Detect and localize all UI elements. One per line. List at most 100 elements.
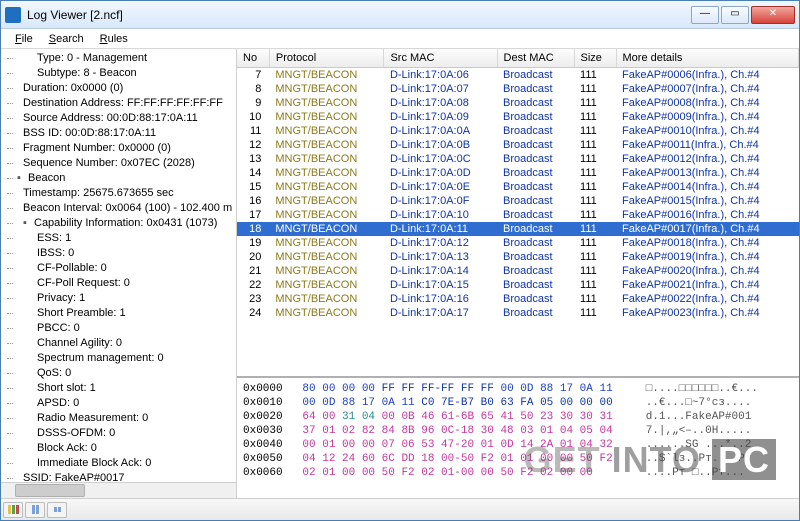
- table-row[interactable]: 24MNGT/BEACOND-Link:17:0A:17Broadcast111…: [237, 306, 799, 320]
- cell-src: D-Link:17:0A:0D: [384, 166, 497, 180]
- tree-row[interactable]: PBCC: 0: [3, 321, 236, 336]
- column-header[interactable]: Protocol: [269, 49, 384, 68]
- hex-bytes: 00 0D 88 17 0A 11: [500, 383, 612, 395]
- packet-grid[interactable]: NoProtocolSrc MACDest MACSizeMore detail…: [237, 49, 799, 320]
- cell-det: FakeAP#0018(Infra.), Ch.#4: [616, 236, 799, 250]
- cell-proto: MNGT/BEACON: [269, 82, 384, 96]
- cell-size: 111: [574, 306, 616, 320]
- packet-grid-pane[interactable]: NoProtocolSrc MACDest MACSizeMore detail…: [237, 49, 799, 378]
- scrollbar-thumb[interactable]: [15, 484, 85, 497]
- column-header[interactable]: More details: [616, 49, 799, 68]
- tree-row[interactable]: ▪Capability Information: 0x0431 (1073): [3, 216, 236, 231]
- tree-row[interactable]: Type: 0 - Management: [3, 51, 236, 66]
- menu-rules[interactable]: Rules: [92, 31, 136, 47]
- tree-row[interactable]: Channel Agility: 0: [3, 336, 236, 351]
- tree-row[interactable]: APSD: 0: [3, 396, 236, 411]
- cell-dst: Broadcast: [497, 152, 574, 166]
- tree-row[interactable]: Beacon Interval: 0x0064 (100) - 102.400 …: [3, 201, 236, 216]
- table-row[interactable]: 17MNGT/BEACOND-Link:17:0A:10Broadcast111…: [237, 208, 799, 222]
- table-row[interactable]: 12MNGT/BEACOND-Link:17:0A:0BBroadcast111…: [237, 138, 799, 152]
- table-row[interactable]: 13MNGT/BEACOND-Link:17:0A:0CBroadcast111…: [237, 152, 799, 166]
- hex-row[interactable]: 0x0010 00 0D 88 17 0A 11 C0 7E-B7 B0 63 …: [243, 396, 793, 410]
- cell-det: FakeAP#0021(Infra.), Ch.#4: [616, 278, 799, 292]
- detail-tree[interactable]: Type: 0 - ManagementSubtype: 8 - BeaconD…: [1, 49, 236, 482]
- tree-label: SSID: FakeAP#0017: [23, 472, 125, 482]
- cell-size: 111: [574, 292, 616, 306]
- tree-row[interactable]: IBSS: 0: [3, 246, 236, 261]
- hex-row[interactable]: 0x0050 04 12 24 60 6C DD 18 00-50 F2 01 …: [243, 452, 793, 466]
- maximize-button[interactable]: ▭: [721, 6, 749, 24]
- tree-row[interactable]: CF-Pollable: 0: [3, 261, 236, 276]
- table-row[interactable]: 23MNGT/BEACOND-Link:17:0A:16Broadcast111…: [237, 292, 799, 306]
- tree-row[interactable]: Short Preamble: 1: [3, 306, 236, 321]
- cell-src: D-Link:17:0A:16: [384, 292, 497, 306]
- tree-row[interactable]: Fragment Number: 0x0000 (0): [3, 141, 236, 156]
- tree-row[interactable]: Radio Measurement: 0: [3, 411, 236, 426]
- tree-label: Capability Information: 0x0431 (1073): [34, 217, 217, 229]
- table-row[interactable]: 14MNGT/BEACOND-Link:17:0A:0DBroadcast111…: [237, 166, 799, 180]
- menu-file[interactable]: File: [7, 31, 41, 47]
- app-window: Log Viewer [2.ncf] — ▭ ✕ File Search Rul…: [0, 0, 800, 521]
- tree-row[interactable]: CF-Poll Request: 0: [3, 276, 236, 291]
- tree-row[interactable]: Immediate Block Ack: 0: [3, 456, 236, 471]
- tree-row[interactable]: Timestamp: 25675.673655 sec: [3, 186, 236, 201]
- minimize-button[interactable]: —: [691, 6, 719, 24]
- tree-toggle-icon[interactable]: ▪: [17, 171, 26, 186]
- tree-row[interactable]: Short slot: 1: [3, 381, 236, 396]
- tree-row[interactable]: QoS: 0: [3, 366, 236, 381]
- hex-row[interactable]: 0x0030 37 01 02 82 84 8B 96 0C-18 30 48 …: [243, 424, 793, 438]
- table-row[interactable]: 18MNGT/BEACOND-Link:17:0A:11Broadcast111…: [237, 222, 799, 236]
- tree-row[interactable]: Duration: 0x0000 (0): [3, 81, 236, 96]
- hex-row[interactable]: 0x0040 00 01 00 00 07 06 53 47-20 01 0D …: [243, 438, 793, 452]
- hex-pane[interactable]: 0x0000 80 00 00 00 FF FF FF-FF FF FF 00 …: [237, 378, 799, 498]
- table-row[interactable]: 8MNGT/BEACOND-Link:17:0A:07Broadcast111F…: [237, 82, 799, 96]
- menu-search[interactable]: Search: [41, 31, 92, 47]
- hex-row[interactable]: 0x0020 64 00 31 04 00 0B 46 61-6B 65 41 …: [243, 410, 793, 424]
- cell-det: FakeAP#0012(Infra.), Ch.#4: [616, 152, 799, 166]
- table-row[interactable]: 15MNGT/BEACOND-Link:17:0A:0EBroadcast111…: [237, 180, 799, 194]
- view-mode-2-button[interactable]: [25, 502, 45, 518]
- tree-row[interactable]: ESS: 1: [3, 231, 236, 246]
- cell-no: 20: [237, 250, 269, 264]
- tree-row[interactable]: Privacy: 1: [3, 291, 236, 306]
- tree-label: PBCC: 0: [37, 322, 80, 334]
- tree-row[interactable]: BSS ID: 00:0D:88:17:0A:11: [3, 126, 236, 141]
- tree-row[interactable]: Destination Address: FF:FF:FF:FF:FF:FF: [3, 96, 236, 111]
- view-mode-3-button[interactable]: [47, 502, 67, 518]
- tree-row[interactable]: Block Ack: 0: [3, 441, 236, 456]
- tree-row[interactable]: Sequence Number: 0x07EC (2028): [3, 156, 236, 171]
- cell-det: FakeAP#0014(Infra.), Ch.#4: [616, 180, 799, 194]
- table-row[interactable]: 19MNGT/BEACOND-Link:17:0A:12Broadcast111…: [237, 236, 799, 250]
- table-row[interactable]: 22MNGT/BEACOND-Link:17:0A:15Broadcast111…: [237, 278, 799, 292]
- column-header[interactable]: Size: [574, 49, 616, 68]
- table-row[interactable]: 9MNGT/BEACOND-Link:17:0A:08Broadcast111F…: [237, 96, 799, 110]
- column-header[interactable]: Src MAC: [384, 49, 497, 68]
- tree-row[interactable]: Source Address: 00:0D:88:17:0A:11: [3, 111, 236, 126]
- tree-row[interactable]: Subtype: 8 - Beacon: [3, 66, 236, 81]
- column-header[interactable]: Dest MAC: [497, 49, 574, 68]
- tree-row[interactable]: SSID: FakeAP#0017: [3, 471, 236, 482]
- close-button[interactable]: ✕: [751, 6, 795, 24]
- hex-row[interactable]: 0x0000 80 00 00 00 FF FF FF-FF FF FF 00 …: [243, 382, 793, 396]
- table-row[interactable]: 11MNGT/BEACOND-Link:17:0A:0ABroadcast111…: [237, 124, 799, 138]
- titlebar[interactable]: Log Viewer [2.ncf] — ▭ ✕: [1, 1, 799, 29]
- tree-row[interactable]: DSSS-OFDM: 0: [3, 426, 236, 441]
- table-row[interactable]: 20MNGT/BEACOND-Link:17:0A:13Broadcast111…: [237, 250, 799, 264]
- tree-hscrollbar[interactable]: [1, 482, 236, 498]
- detail-tree-pane: Type: 0 - ManagementSubtype: 8 - BeaconD…: [1, 49, 237, 498]
- table-row[interactable]: 16MNGT/BEACOND-Link:17:0A:0FBroadcast111…: [237, 194, 799, 208]
- cell-proto: MNGT/BEACON: [269, 124, 384, 138]
- tree-row[interactable]: ▪Beacon: [3, 171, 236, 186]
- cell-size: 111: [574, 236, 616, 250]
- tree-row[interactable]: Spectrum management: 0: [3, 351, 236, 366]
- column-header[interactable]: No: [237, 49, 269, 68]
- cell-size: 111: [574, 194, 616, 208]
- cell-det: FakeAP#0007(Infra.), Ch.#4: [616, 82, 799, 96]
- hex-row[interactable]: 0x0060 02 01 00 00 50 F2 02 01-00 00 50 …: [243, 466, 793, 480]
- table-row[interactable]: 21MNGT/BEACOND-Link:17:0A:14Broadcast111…: [237, 264, 799, 278]
- table-row[interactable]: 10MNGT/BEACOND-Link:17:0A:09Broadcast111…: [237, 110, 799, 124]
- cell-det: FakeAP#0013(Infra.), Ch.#4: [616, 166, 799, 180]
- view-mode-1-button[interactable]: [3, 502, 23, 518]
- table-row[interactable]: 7MNGT/BEACOND-Link:17:0A:06Broadcast111F…: [237, 68, 799, 83]
- tree-toggle-icon[interactable]: ▪: [23, 216, 32, 231]
